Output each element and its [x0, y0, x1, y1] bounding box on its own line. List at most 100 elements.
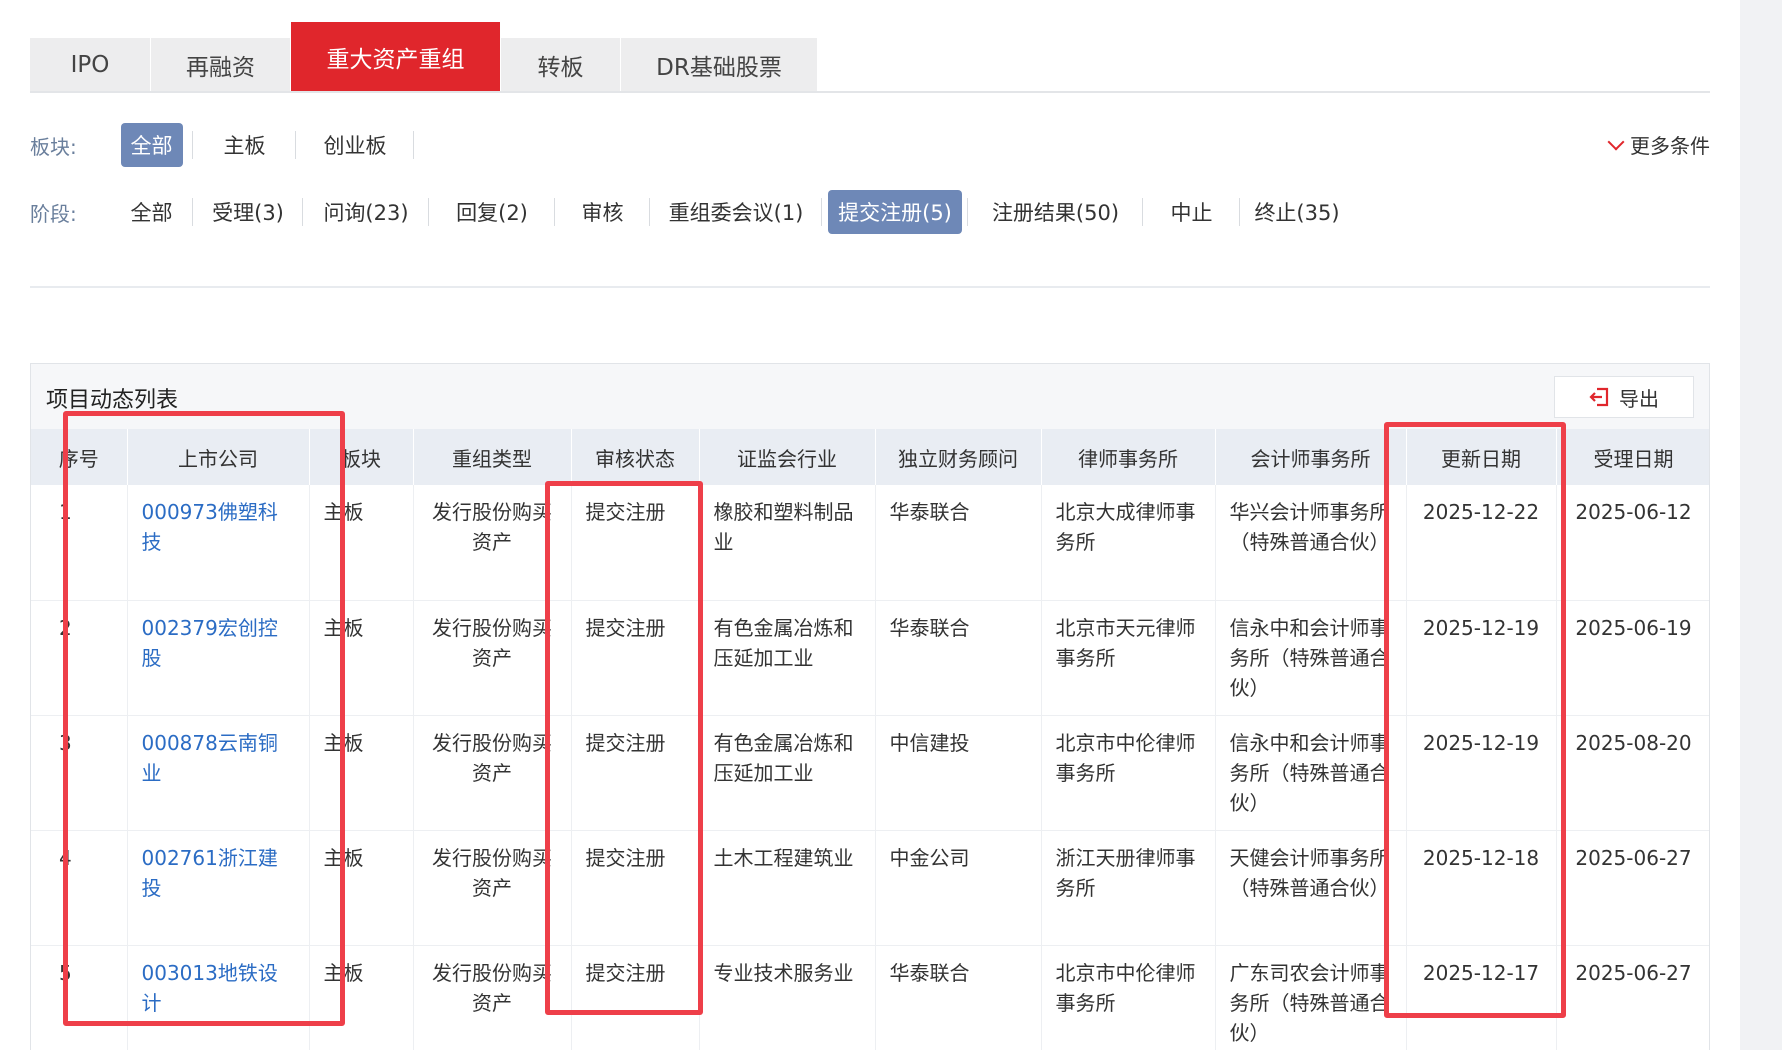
- cell-board: 主板: [309, 830, 414, 946]
- stage-option-accepted[interactable]: 受理(3): [193, 190, 303, 234]
- cell-seq: 5: [31, 945, 128, 1050]
- cell-accounting-firm: 信永中和会计师事务所（特殊普通合伙）: [1215, 600, 1407, 716]
- cell-advisor: 华泰联合: [875, 600, 1042, 716]
- cell-accept-date: 2025-06-27: [1556, 945, 1709, 1050]
- cell-industry: 有色金属冶炼和压延加工业: [699, 715, 876, 831]
- scrollbar-track[interactable]: [1740, 0, 1782, 1050]
- tab-refinancing[interactable]: 再融资: [151, 38, 291, 91]
- table-row: 5 003013地铁设计 主板 发行股份购买资产 提交注册 专业技术服务业 华泰…: [31, 945, 1709, 1050]
- cell-law-firm: 北京市中伦律师事务所: [1041, 945, 1216, 1050]
- project-table: 序号 上市公司 板块 重组类型 审核状态 证监会行业 独立财务顾问 律师事务所 …: [31, 429, 1709, 1050]
- cell-law-firm: 北京市天元律师事务所: [1041, 600, 1216, 716]
- cell-industry: 土木工程建筑业: [699, 830, 876, 946]
- stage-option-inquiry[interactable]: 问询(23): [303, 190, 429, 234]
- cell-board: 主板: [309, 600, 414, 716]
- cell-type: 发行股份购买资产: [413, 830, 572, 946]
- stage-filter-label: 阶段:: [30, 201, 77, 226]
- cell-accounting-firm: 华兴会计师事务所（特殊普通合伙）: [1215, 485, 1407, 601]
- cell-industry: 有色金属冶炼和压延加工业: [699, 600, 876, 716]
- cell-accept-date: 2025-08-20: [1556, 715, 1709, 831]
- cell-seq: 1: [31, 485, 128, 601]
- col-header-law-firm: 律师事务所: [1041, 429, 1216, 485]
- board-filter-label: 板块:: [30, 134, 77, 159]
- export-icon: [1589, 387, 1609, 407]
- cell-advisor: 华泰联合: [875, 945, 1042, 1050]
- table-row: 1 000973佛塑科技 主板 发行股份购买资产 提交注册 橡胶和塑料制品业 华…: [31, 485, 1709, 601]
- stage-option-reply[interactable]: 回复(2): [429, 190, 555, 234]
- tab-bar: IPO 再融资 重大资产重组 转板 DR基础股票: [30, 22, 1710, 93]
- col-header-status: 审核状态: [571, 429, 700, 485]
- cell-company-link[interactable]: 002379宏创控股: [127, 600, 310, 716]
- panel-header: 项目动态列表 导出: [31, 364, 1709, 429]
- section-divider: [30, 286, 1710, 288]
- col-header-board: 板块: [309, 429, 414, 485]
- cell-update-date: 2025-12-17: [1406, 945, 1557, 1050]
- cell-update-date: 2025-12-19: [1406, 600, 1557, 716]
- cell-seq: 4: [31, 830, 128, 946]
- cell-status: 提交注册: [571, 715, 700, 831]
- panel-title: 项目动态列表: [46, 388, 179, 413]
- col-header-company: 上市公司: [127, 429, 310, 485]
- cell-type: 发行股份购买资产: [413, 600, 572, 716]
- cell-status: 提交注册: [571, 945, 700, 1050]
- cell-type: 发行股份购买资产: [413, 715, 572, 831]
- stage-option-all[interactable]: 全部: [110, 190, 193, 234]
- stage-option-restructuring-committee[interactable]: 重组委会议(1): [650, 190, 822, 234]
- col-header-accounting-firm: 会计师事务所: [1215, 429, 1407, 485]
- stage-option-suspended[interactable]: 中止: [1143, 190, 1240, 234]
- cell-company-link[interactable]: 000878云南铜业: [127, 715, 310, 831]
- cell-company-link[interactable]: 000973佛塑科技: [127, 485, 310, 601]
- cell-seq: 3: [31, 715, 128, 831]
- more-conditions-toggle[interactable]: 更多条件: [1607, 130, 1710, 159]
- cell-update-date: 2025-12-22: [1406, 485, 1557, 601]
- export-label: 导出: [1619, 386, 1659, 411]
- stage-option-review[interactable]: 审核: [555, 190, 650, 234]
- cell-accounting-firm: 信永中和会计师事务所（特殊普通合伙）: [1215, 715, 1407, 831]
- cell-accounting-firm: 广东司农会计师事务所（特殊普通合伙）: [1215, 945, 1407, 1050]
- cell-status: 提交注册: [571, 830, 700, 946]
- cell-board: 主板: [309, 715, 414, 831]
- col-header-advisor: 独立财务顾问: [875, 429, 1042, 485]
- more-conditions-label: 更多条件: [1630, 134, 1710, 158]
- col-header-industry: 证监会行业: [699, 429, 876, 485]
- col-header-update-date: 更新日期: [1406, 429, 1557, 485]
- tab-dr-stock[interactable]: DR基础股票: [621, 38, 818, 91]
- project-list-panel: 项目动态列表 导出 序号 上市公司 板块 重组类型 审核状态 证监会行业 独立财…: [30, 363, 1710, 1050]
- cell-company-link[interactable]: 003013地铁设计: [127, 945, 310, 1050]
- cell-accept-date: 2025-06-27: [1556, 830, 1709, 946]
- tab-major-asset-restructuring[interactable]: 重大资产重组: [291, 22, 501, 91]
- cell-type: 发行股份购买资产: [413, 945, 572, 1050]
- chevron-down-icon: [1607, 133, 1625, 150]
- tab-ipo[interactable]: IPO: [30, 38, 151, 91]
- table-row: 3 000878云南铜业 主板 发行股份购买资产 提交注册 有色金属冶炼和压延加…: [31, 715, 1709, 831]
- cell-company-link[interactable]: 002761浙江建投: [127, 830, 310, 946]
- stage-option-submit-registration[interactable]: 提交注册(5): [822, 190, 968, 234]
- board-option-all[interactable]: 全部: [110, 123, 193, 167]
- board-filter-row: 板块: 全部 主板 创业板: [30, 122, 1710, 168]
- cell-advisor: 中金公司: [875, 830, 1042, 946]
- cell-type: 发行股份购买资产: [413, 485, 572, 601]
- cell-accounting-firm: 天健会计师事务所（特殊普通合伙）: [1215, 830, 1407, 946]
- cell-advisor: 华泰联合: [875, 485, 1042, 601]
- cell-law-firm: 北京大成律师事务所: [1041, 485, 1216, 601]
- board-option-main[interactable]: 主板: [193, 123, 296, 167]
- stage-filter-row: 阶段: 全部 受理(3) 问询(23) 回复(2) 审核 重组委会议(1) 提交…: [30, 189, 1710, 235]
- cell-industry: 专业技术服务业: [699, 945, 876, 1050]
- tab-board-transfer[interactable]: 转板: [501, 38, 621, 91]
- export-button[interactable]: 导出: [1554, 376, 1694, 418]
- table-row: 4 002761浙江建投 主板 发行股份购买资产 提交注册 土木工程建筑业 中金…: [31, 830, 1709, 946]
- cell-industry: 橡胶和塑料制品业: [699, 485, 876, 601]
- cell-update-date: 2025-12-18: [1406, 830, 1557, 946]
- cell-accept-date: 2025-06-12: [1556, 485, 1709, 601]
- cell-board: 主板: [309, 945, 414, 1050]
- stage-option-terminated[interactable]: 终止(35): [1240, 190, 1354, 234]
- table-row: 2 002379宏创控股 主板 发行股份购买资产 提交注册 有色金属冶炼和压延加…: [31, 600, 1709, 716]
- cell-status: 提交注册: [571, 600, 700, 716]
- board-option-chinext[interactable]: 创业板: [296, 123, 414, 167]
- cell-seq: 2: [31, 600, 128, 716]
- cell-update-date: 2025-12-19: [1406, 715, 1557, 831]
- cell-status: 提交注册: [571, 485, 700, 601]
- stage-option-registration-result[interactable]: 注册结果(50): [968, 190, 1143, 234]
- cell-advisor: 中信建投: [875, 715, 1042, 831]
- col-header-accept-date: 受理日期: [1556, 429, 1709, 485]
